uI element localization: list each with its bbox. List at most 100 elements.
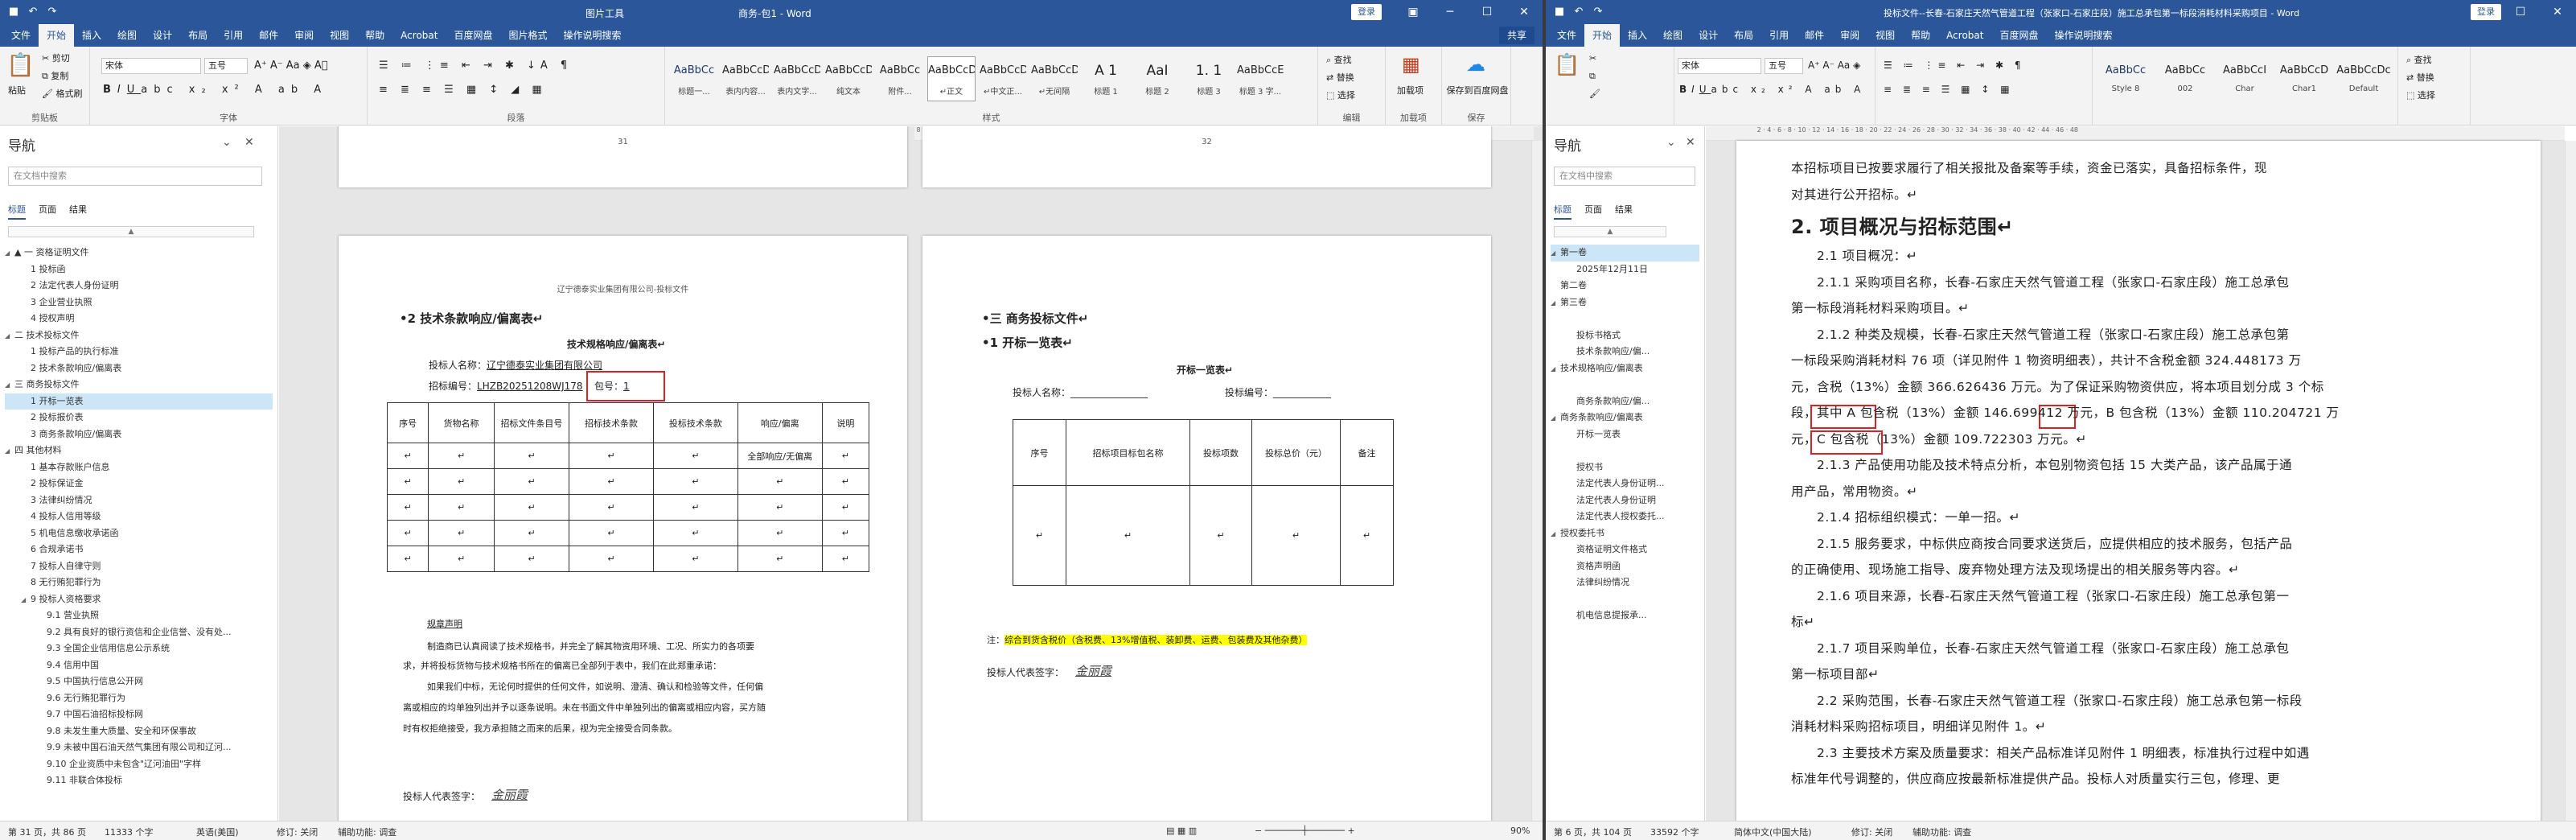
format-painter-button[interactable]: 🖌 格式刷 [42,87,82,100]
vertical-scrollbar[interactable] [2565,141,2576,821]
paste-button[interactable]: 粘贴 [8,84,26,97]
nav-item[interactable]: ◢ 二 技术投标文件 [5,327,273,344]
save-icon[interactable]: ■ [6,5,21,19]
nav-tab-2[interactable]: 结果 [1615,203,1633,220]
baidu-cloud-icon[interactable]: ☁ [1466,53,1485,76]
nav-item[interactable]: 8 无行贿犯罪行为 [5,574,273,591]
nav-item[interactable]: 9.3 全国企业信用信息公示系统 [5,640,273,657]
style-item[interactable]: AaBbCc 标题一... [670,56,718,101]
select-button[interactable]: ⬚ 选择 [2406,89,2435,101]
track-changes[interactable]: 修订: 关闭 [1851,826,1892,838]
nav-item[interactable]: 9.10 企业资质中未包含"辽河油田"字样 [5,756,273,773]
nav-item[interactable]: ◢ 技术规格响应/偏离表 [1551,360,1699,377]
nav-item[interactable]: 9.4 信用中国 [5,657,273,674]
tab-6[interactable]: 引用 [216,24,251,47]
table-cell[interactable]: ↵ [428,468,495,495]
collapse-arrow-icon[interactable]: ◢ [1551,361,1560,377]
tell-me-search[interactable]: 操作说明搜索 [556,24,630,47]
nav-tab-1[interactable]: 页面 [39,203,56,220]
nav-item[interactable]: 9.11 非联合体投标 [5,772,273,789]
nav-tab-1[interactable]: 页面 [1584,203,1602,220]
table-cell[interactable]: ↵ [1013,485,1066,586]
table-cell[interactable]: ↵ [1066,485,1190,586]
tab-13[interactable]: 图片格式 [500,24,555,47]
tab-3[interactable]: 绘图 [1655,24,1691,47]
style-item[interactable]: AaBbCcI Char [2217,56,2273,101]
zoom-slider[interactable]: − ───────┼─────── + [1255,826,1355,836]
nav-close-icon[interactable]: ✕ [244,136,254,149]
align-buttons[interactable]: ≡ ≣ ≡ ☰ ▦ ↕ ▦ [1884,84,2014,95]
nav-item[interactable]: 9.8 未发生重大质量、安全和环保事故 [5,723,273,740]
table-cell[interactable]: ↵ [428,520,495,546]
tell-me-search[interactable]: 操作说明搜索 [2046,24,2120,47]
nav-item[interactable]: 9.1 营业执照 [5,607,273,624]
nav-item[interactable]: 4 投标人信用等级 [5,509,273,525]
table-cell[interactable]: ↵ [493,468,570,495]
nav-item[interactable]: 机电信息提报承... [1551,607,1699,624]
table-cell[interactable]: ↵ [569,546,654,572]
nav-item[interactable]: 资格声明函 [1551,558,1699,575]
close-icon[interactable]: ✕ [2539,0,2576,24]
style-item[interactable]: AaBbCcDc ↵中文正... [979,56,1027,101]
nav-item[interactable]: 2 投标保证金 [5,476,273,492]
paste-icon[interactable]: 📋 [6,51,35,78]
table-cell[interactable]: ↵ [569,520,654,546]
word-count[interactable]: 11333 个字 [105,826,154,838]
nav-search-input[interactable]: 在文档中搜索 [8,167,262,186]
redo-icon[interactable]: ↷ [45,5,60,19]
font-name-select[interactable]: 宋体 [101,58,201,74]
tab-4[interactable]: 设计 [145,24,180,47]
style-item[interactable]: AaBbCcD Char1 [2276,56,2332,101]
font-name-select[interactable]: 宋体 [1678,58,1761,74]
nav-item[interactable]: 1 基本存款账户信息 [5,459,273,476]
tab-1[interactable]: 开始 [39,24,75,47]
nav-close-icon[interactable]: ✕ [1686,136,1695,149]
style-item[interactable]: 1. 1 标题 3 [1185,56,1233,101]
table-cell[interactable]: ↵ [386,468,429,495]
nav-collapse-bar[interactable]: ▲ [1554,226,1666,237]
nav-item[interactable]: 法定代表人身份证明 [1551,492,1699,509]
table-cell[interactable]: ↵ [821,443,870,469]
table-cell[interactable]: ↵ [386,443,429,469]
nav-tab-0[interactable]: 标题 [1554,203,1571,220]
nav-item[interactable]: 资格证明文件格式 [1551,541,1699,558]
table-cell[interactable]: ↵ [428,494,495,521]
nav-tab-0[interactable]: 标题 [8,203,26,220]
nav-item[interactable]: ◢ ▲ 一 资格证明文件 [5,245,273,261]
style-item[interactable]: AaBbCcE 标题 3 字... [1236,56,1284,101]
language[interactable]: 英语(美国) [196,826,239,838]
undo-icon[interactable]: ↶ [1571,5,1586,19]
style-item[interactable]: AaBbCc 附件... [876,56,924,101]
nav-item[interactable]: 9.5 中国执行信息公开网 [5,673,273,690]
style-item[interactable]: AaBbCcDd 表内文字... [773,56,821,101]
style-item[interactable]: AaBbCcD 表内内容... [721,56,770,101]
nav-item[interactable]: 3 法律纠纷情况 [5,492,273,509]
style-item[interactable]: AaI 标题 2 [1133,56,1181,101]
font-format-buttons[interactable]: BIUabc x₂ x² A ab A [1679,84,1865,95]
table-cell[interactable]: ↵ [737,546,823,572]
font-format-buttons[interactable]: BIUabc x₂ x² A ab A [103,84,327,96]
nav-item[interactable]: 1 开标一览表 [5,393,273,410]
accessibility[interactable]: 辅助功能: 调查 [338,826,396,838]
collapse-arrow-icon[interactable]: ◢ [5,377,14,393]
nav-item[interactable]: 9.2 具有良好的银行资信和企业信誉、没有处... [5,624,273,641]
style-item[interactable]: AaBbCcDc Default [2336,56,2392,101]
collapse-arrow-icon[interactable]: ◢ [21,592,31,608]
nav-item[interactable]: ◢ 四 其他材料 [5,443,273,459]
tab-0[interactable]: 文件 [3,24,39,47]
word-count[interactable]: 33592 个字 [1650,826,1699,838]
login-button[interactable]: 登录 [1351,4,1382,20]
nav-item[interactable]: 3 企业营业执照 [5,294,273,311]
list-buttons[interactable]: ☰ ≔ ⋮≡ ⇤ ⇥ ✱ ¶ [1884,60,2025,71]
save-to-baidu-button[interactable]: 保存到百度网盘 [1445,84,1510,97]
nav-item[interactable]: ◢ 三 商务投标文件 [5,377,273,393]
save-icon[interactable]: ■ [1552,5,1567,19]
maximize-icon[interactable]: ☐ [2502,0,2539,24]
nav-item[interactable]: 2 投标报价表 [5,410,273,426]
nav-item[interactable]: ◢ 9 投标人资格要求 [5,591,273,608]
undo-icon[interactable]: ↶ [26,5,40,19]
view-buttons[interactable]: ▤ ▦ ▥ [1166,826,1197,836]
nav-item[interactable] [1551,311,1699,327]
tab-12[interactable]: 百度网盘 [1991,24,2046,47]
collapse-arrow-icon[interactable]: ◢ [1551,295,1560,311]
